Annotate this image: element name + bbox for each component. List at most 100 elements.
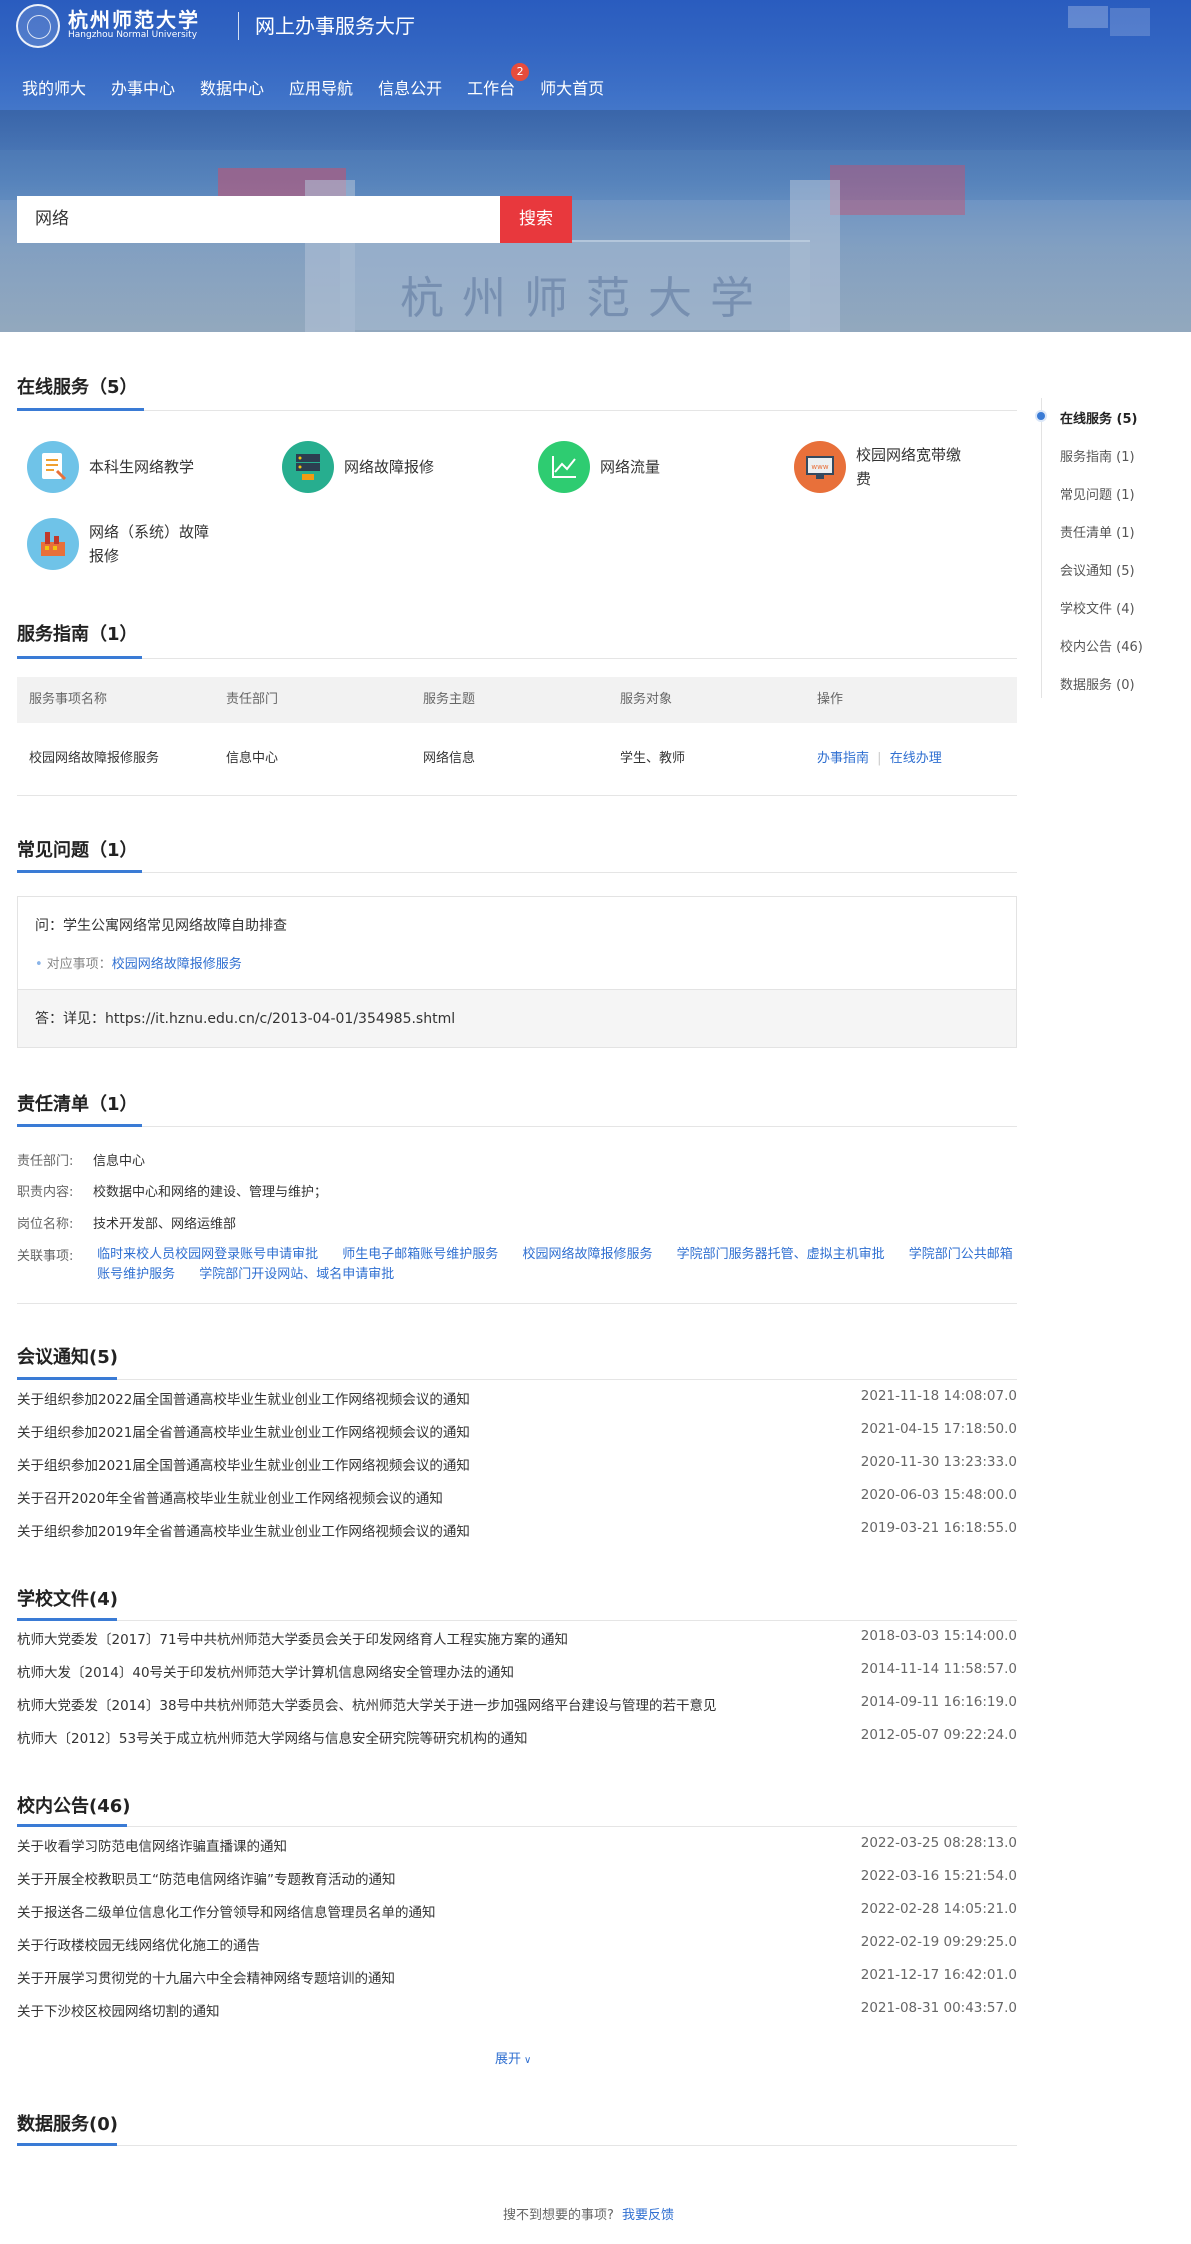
- item-title: 杭师大党委发〔2017〕71号中共杭州师范大学委员会关于印发网络育人工程实施方案…: [17, 1632, 569, 1648]
- university-name-cn[interactable]: 杭州师范大学: [68, 4, 200, 33]
- list-item[interactable]: 杭师大党委发〔2014〕38号中共杭州师范大学委员会、杭州师范大学关于进一步加强…: [17, 1694, 1017, 1714]
- notification-badge: 2: [511, 63, 530, 81]
- nav-data-center[interactable]: 数据中心: [200, 75, 264, 99]
- section-accent: [17, 1618, 117, 1621]
- service-network-traffic[interactable]: 网络流量: [538, 441, 660, 493]
- nav-hznu-home[interactable]: 师大首页: [540, 75, 604, 99]
- list-item[interactable]: 关于组织参加2022届全国普通高校毕业生就业创业工作网络视频会议的通知 2021-…: [17, 1388, 1017, 1408]
- section-accent: [17, 1377, 117, 1380]
- user-avatar[interactable]: [1068, 6, 1108, 28]
- list-item[interactable]: 关于收看学习防范电信网络诈骗直播课的通知 2022-03-25 08:28:13.…: [17, 1835, 1017, 1855]
- list-item[interactable]: 关于报送各二级单位信息化工作分管领导和网络信息管理员名单的通知 2022-02-2…: [17, 1901, 1017, 1921]
- service-broadband-payment[interactable]: www 校园网络宽带缴费: [794, 441, 971, 493]
- column-header: 操作: [817, 692, 844, 707]
- item-date: 2021-12-17 16:42:01.0: [860, 1967, 1017, 1983]
- site-title[interactable]: 网上办事服务大厅: [255, 10, 415, 39]
- list-item[interactable]: 关于召开2020年全省普通高校毕业生就业创业工作网络视频会议的通知 2020-06…: [17, 1487, 1017, 1507]
- related-link[interactable]: 学院部门开设网站、域名申请审批: [199, 1267, 394, 1282]
- service-undergrad-network-teaching[interactable]: 本科生网络教学: [27, 441, 194, 493]
- resp-dept-value: 信息中心: [93, 1154, 146, 1169]
- related-link[interactable]: 校园网络故障报修服务: [522, 1247, 652, 1262]
- sidebar-item-responsibility[interactable]: 责任清单 (1): [1060, 522, 1135, 541]
- monitor-www-icon: www: [794, 441, 846, 493]
- related-link[interactable]: 学院部门服务器托管、虚拟主机审批: [677, 1247, 885, 1262]
- resp-related-label: 关联事项:: [17, 1249, 74, 1264]
- related-link[interactable]: 师生电子邮箱账号维护服务: [342, 1247, 498, 1262]
- resp-related-links: 临时来校人员校园网登录账号申请审批 师生电子邮箱账号维护服务 校园网络故障报修服…: [97, 1245, 1017, 1285]
- section-title-service-guide: 服务指南（1）: [17, 624, 138, 645]
- list-item[interactable]: 关于组织参加2021届全省普通高校毕业生就业创业工作网络视频会议的通知 2021-…: [17, 1421, 1017, 1441]
- banner-sign: [830, 165, 965, 215]
- list-item[interactable]: 关于组织参加2021届全国普通高校毕业生就业创业工作网络视频会议的通知 2020-…: [17, 1454, 1017, 1474]
- university-logo-icon[interactable]: [16, 4, 60, 48]
- list-item[interactable]: 杭师大党委发〔2017〕71号中共杭州师范大学委员会关于印发网络育人工程实施方案…: [17, 1628, 1017, 1648]
- faq-answer: 答：详见：https://it.hznu.edu.cn/c/2013-04-01…: [18, 989, 1016, 1047]
- list-item[interactable]: 杭师大〔2012〕53号关于成立杭州师范大学网络与信息安全研究院等研究机构的通知…: [17, 1727, 1017, 1747]
- section-divider: [17, 658, 1017, 659]
- item-date: 2019-03-21 16:18:55.0: [860, 1520, 1017, 1536]
- section-divider: [17, 872, 1017, 873]
- footer-text: 搜不到想要的事项?: [503, 2208, 614, 2223]
- sidebar-item-online-services[interactable]: 在线服务 (5): [1060, 408, 1137, 427]
- list-item[interactable]: 关于开展全校教职员工“防范电信网络诈骗”专题教育活动的通知 2022-03-16 …: [17, 1868, 1017, 1888]
- expand-button[interactable]: 展开 ∨: [495, 2048, 531, 2067]
- item-date: 2020-11-30 13:23:33.0: [860, 1454, 1017, 1470]
- item-date: 2014-09-11 16:16:19.0: [860, 1694, 1017, 1710]
- apply-online-link[interactable]: 在线办理: [890, 751, 942, 766]
- section-accent: [17, 656, 142, 659]
- sidebar-item-announcements[interactable]: 校内公告 (46): [1060, 636, 1143, 655]
- item-date: 2018-03-03 15:14:00.0: [860, 1628, 1017, 1644]
- list-item[interactable]: 关于下沙校区校园网络切割的通知 2021-08-31 00:43:57.0: [17, 2000, 1017, 2020]
- item-date: 2020-06-03 15:48:00.0: [860, 1487, 1017, 1503]
- header-divider: [238, 12, 239, 40]
- main-nav: 我的师大 办事中心 数据中心 应用导航 信息公开 工作台 2 师大首页: [22, 63, 629, 99]
- resp-post-label: 岗位名称:: [17, 1217, 74, 1232]
- service-label: 网络故障报修: [344, 458, 435, 476]
- footer-feedback: 搜不到想要的事项? 我要反馈: [503, 2204, 674, 2223]
- link-separator: |: [877, 751, 882, 766]
- nav-info-public[interactable]: 信息公开: [378, 75, 442, 99]
- item-date: 2014-11-14 11:58:57.0: [860, 1661, 1017, 1677]
- sidebar-item-service-guide[interactable]: 服务指南 (1): [1060, 446, 1135, 465]
- cell-text: 校园网络故障报修服务: [29, 751, 160, 766]
- item-title: 关于开展学习贯彻党的十九届六中全会精神网络专题培训的通知: [17, 1971, 395, 1987]
- list-item[interactable]: 杭师大发〔2014〕40号关于印发杭州师范大学计算机信息网络安全管理办法的通知 2…: [17, 1661, 1017, 1681]
- sidebar-item-data-services[interactable]: 数据服务 (0): [1060, 674, 1135, 693]
- item-title: 关于组织参加2021届全省普通高校毕业生就业创业工作网络视频会议的通知: [17, 1425, 470, 1441]
- active-indicator-icon: [1037, 412, 1045, 420]
- nav-app-navigation[interactable]: 应用导航: [289, 75, 353, 99]
- service-label: 网络流量: [600, 458, 661, 476]
- cell-topic: 网络信息: [423, 751, 476, 766]
- column-header: 责任部门: [226, 692, 279, 707]
- search-button[interactable]: 搜索: [500, 196, 572, 243]
- service-network-fault-repair[interactable]: 网络故障报修: [282, 441, 434, 493]
- item-title: 杭师大发〔2014〕40号关于印发杭州师范大学计算机信息网络安全管理办法的通知: [17, 1665, 515, 1681]
- cell-target: 学生、教师: [620, 751, 686, 766]
- list-item[interactable]: 关于开展学习贯彻党的十九届六中全会精神网络专题培训的通知 2021-12-17 1…: [17, 1967, 1017, 1987]
- sidebar-item-documents[interactable]: 学校文件 (4): [1060, 598, 1135, 617]
- user-menu[interactable]: [1110, 8, 1150, 36]
- item-title: 关于报送各二级单位信息化工作分管领导和网络信息管理员名单的通知: [17, 1905, 436, 1921]
- item-date: 2022-02-19 09:29:25.0: [860, 1934, 1017, 1950]
- sidebar-item-faq[interactable]: 常见问题 (1): [1060, 484, 1135, 503]
- nav-workbench[interactable]: 工作台 2: [467, 63, 530, 99]
- nav-my-hznu[interactable]: 我的师大: [22, 75, 86, 99]
- item-title: 关于组织参加2022届全国普通高校毕业生就业创业工作网络视频会议的通知: [17, 1392, 470, 1408]
- faq-related-label: 对应事项：: [46, 957, 112, 972]
- document-icon: [27, 441, 79, 493]
- guide-link[interactable]: 办事指南: [817, 751, 869, 766]
- feedback-link[interactable]: 我要反馈: [622, 2208, 674, 2223]
- list-item[interactable]: 关于行政楼校园无线网络优化施工的通告 2022-02-19 09:29:25.0: [17, 1934, 1017, 1954]
- nav-service-center[interactable]: 办事中心: [111, 75, 175, 99]
- sidebar-item-meetings[interactable]: 会议通知 (5): [1060, 560, 1135, 579]
- item-date: 2022-03-25 08:28:13.0: [860, 1835, 1017, 1851]
- cell-service-name: 校园网络故障报修服务: [17, 748, 214, 770]
- faq-related: • 对应事项：校园网络故障报修服务: [35, 953, 242, 972]
- list-item[interactable]: 关于组织参加2019年全省普通高校毕业生就业创业工作网络视频会议的通知 2019-…: [17, 1520, 1017, 1540]
- service-system-fault-repair[interactable]: 网络（系统）故障报修: [27, 518, 214, 570]
- search-input[interactable]: 网络: [17, 196, 500, 243]
- related-link[interactable]: 临时来校人员校园网登录账号申请审批: [97, 1247, 318, 1262]
- faq-related-link[interactable]: 校园网络故障报修服务: [112, 957, 242, 972]
- section-divider: [17, 2145, 1017, 2146]
- section-divider: [17, 1303, 1017, 1304]
